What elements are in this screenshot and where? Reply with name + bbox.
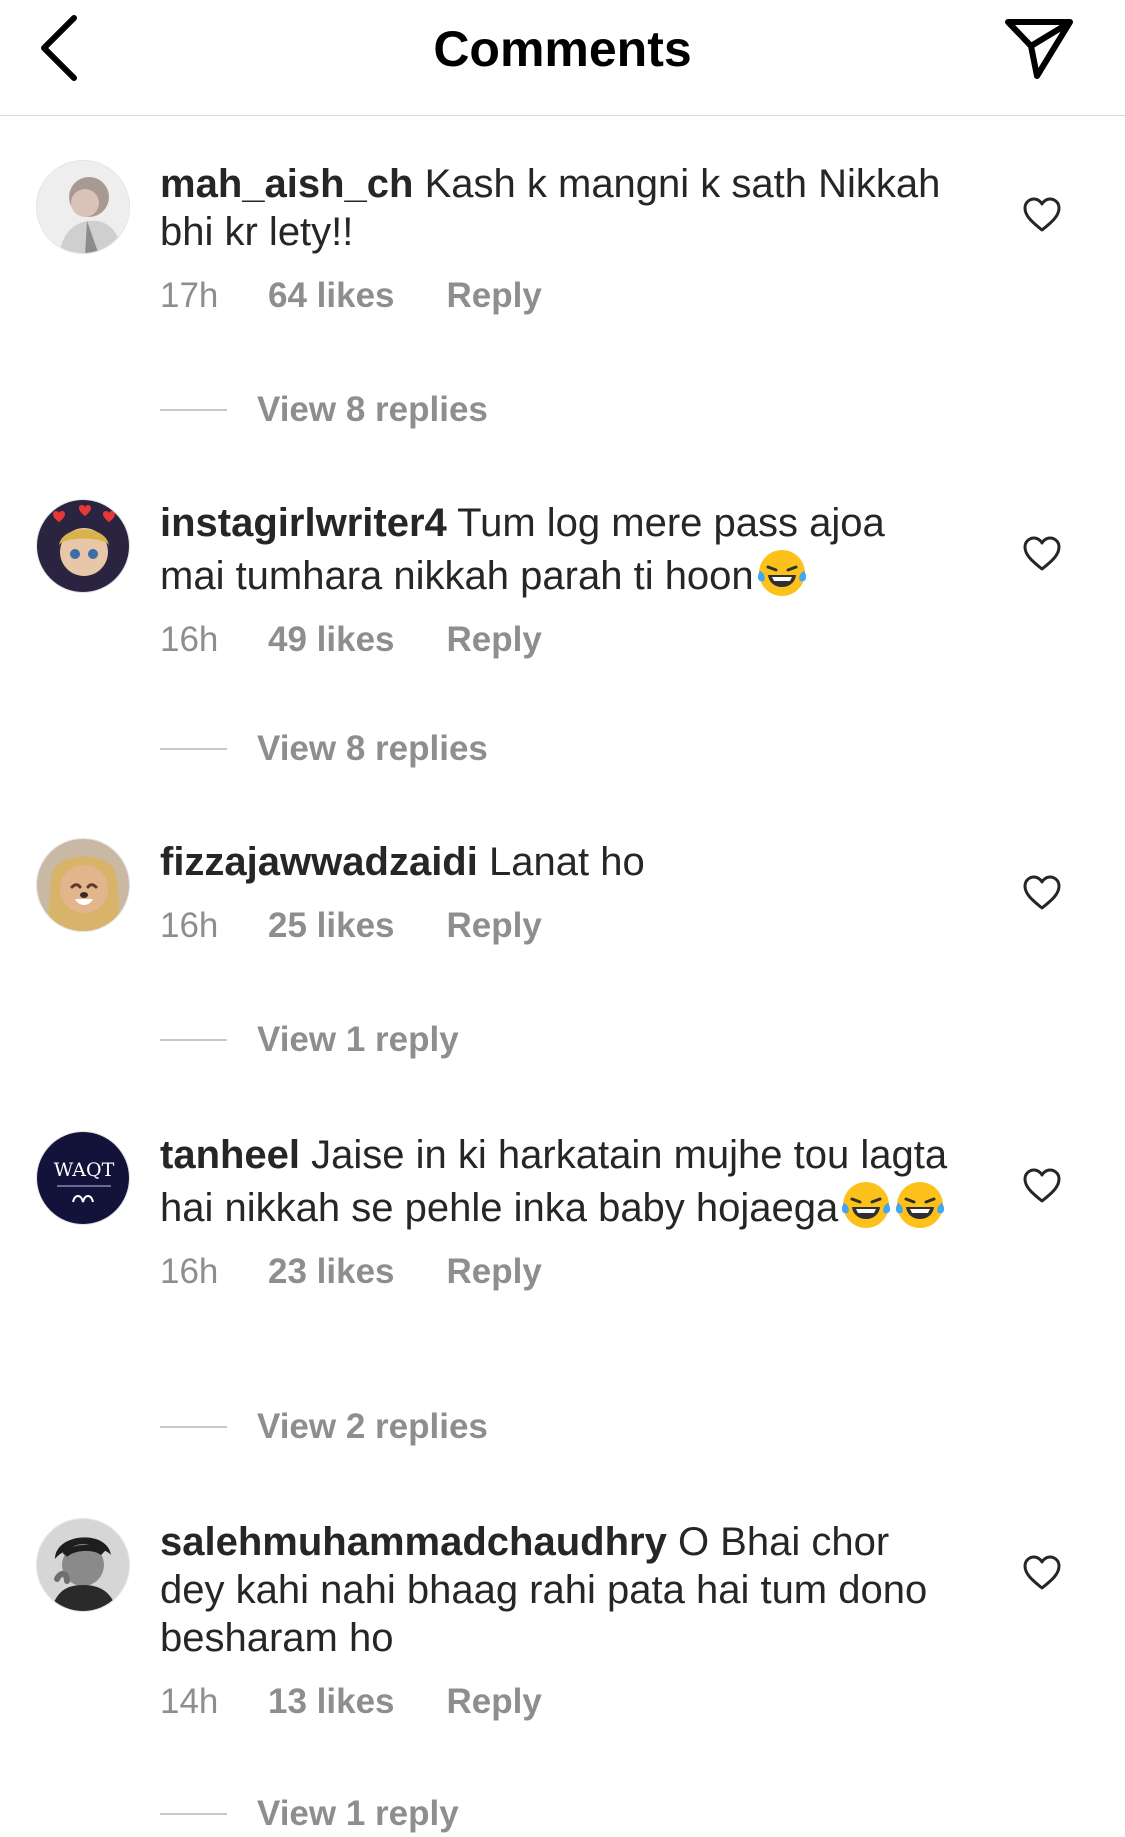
comment-username[interactable]: salehmuhammadchaudhry xyxy=(160,1520,667,1564)
paper-plane-icon xyxy=(1005,19,1073,79)
comment-time: 16h xyxy=(160,620,219,659)
reply-button[interactable]: Reply xyxy=(447,906,542,946)
heart-icon xyxy=(1023,875,1061,910)
avatar-badge-text: WAQT xyxy=(54,1159,115,1181)
heart-icon xyxy=(1023,1555,1061,1590)
view-replies-label: View 1 reply xyxy=(257,1020,459,1059)
like-button[interactable] xyxy=(1022,874,1062,912)
divider-line xyxy=(160,1813,227,1815)
comment-meta: 17h 64 likes Reply xyxy=(160,274,960,318)
heart-icon xyxy=(1023,197,1061,232)
reply-button[interactable]: Reply xyxy=(447,1682,542,1722)
view-replies-button[interactable]: View 2 replies xyxy=(160,1405,488,1449)
view-replies-button[interactable]: View 8 replies xyxy=(160,388,488,432)
comment-username[interactable]: mah_aish_ch xyxy=(160,162,413,206)
comment-likes[interactable]: 13 likes xyxy=(268,1682,395,1722)
laughing-tears-emoji-icon xyxy=(757,550,806,596)
comment-content: instagirlwriter4 Tum log mere pass ajoa … xyxy=(160,499,960,662)
comment-content: fizzajawwadzaidi Lanat ho 16h 25 likes R… xyxy=(160,838,960,948)
comment-username[interactable]: instagirlwriter4 xyxy=(160,501,447,545)
comment-time: 16h xyxy=(160,906,219,945)
like-button[interactable] xyxy=(1022,1554,1062,1592)
comment-text: salehmuhammadchaudhry O Bhai chor dey ka… xyxy=(160,1518,960,1662)
header-bar: Comments xyxy=(0,0,1125,116)
divider-line xyxy=(160,1039,227,1041)
page-title: Comments xyxy=(433,21,692,77)
view-replies-button[interactable]: View 1 reply xyxy=(160,1792,459,1836)
comment-meta: 16h 25 likes Reply xyxy=(160,904,960,948)
comment-likes[interactable]: 64 likes xyxy=(268,276,395,316)
avatar[interactable] xyxy=(36,1518,130,1612)
like-button[interactable] xyxy=(1022,1167,1062,1205)
comment-content: tanheel Jaise in ki harkatain mujhe tou … xyxy=(160,1131,960,1294)
heart-icon xyxy=(1023,536,1061,571)
comment-text: instagirlwriter4 Tum log mere pass ajoa … xyxy=(160,499,960,600)
share-button[interactable] xyxy=(1003,16,1075,82)
view-replies-label: View 1 reply xyxy=(257,1794,459,1833)
divider-line xyxy=(160,409,227,411)
like-button[interactable] xyxy=(1022,196,1062,234)
avatar[interactable] xyxy=(36,838,130,932)
laughing-tears-emoji-icon xyxy=(842,1182,891,1228)
view-replies-button[interactable]: View 8 replies xyxy=(160,727,488,771)
view-replies-label: View 8 replies xyxy=(257,390,488,429)
comment-username[interactable]: tanheel xyxy=(160,1133,300,1177)
avatar[interactable] xyxy=(36,499,130,593)
comment-text: tanheel Jaise in ki harkatain mujhe tou … xyxy=(160,1131,960,1232)
comment-text: mah_aish_ch Kash k mangni k sath Nikkah … xyxy=(160,160,960,256)
comment-likes[interactable]: 23 likes xyxy=(268,1252,395,1292)
heart-icon xyxy=(1023,1168,1061,1203)
comment-time: 14h xyxy=(160,1682,219,1721)
comment-meta: 14h 13 likes Reply xyxy=(160,1680,960,1724)
reply-button[interactable]: Reply xyxy=(447,1252,542,1292)
comment-time: 17h xyxy=(160,276,219,315)
reply-button[interactable]: Reply xyxy=(447,620,542,660)
comment-meta: 16h 23 likes Reply xyxy=(160,1250,960,1294)
avatar[interactable] xyxy=(36,160,130,254)
divider-line xyxy=(160,1426,227,1428)
comment-time: 16h xyxy=(160,1252,219,1291)
comment-meta: 16h 49 likes Reply xyxy=(160,618,960,662)
laughing-tears-emoji-icon xyxy=(896,1182,945,1228)
like-button[interactable] xyxy=(1022,535,1062,573)
view-replies-label: View 2 replies xyxy=(257,1407,488,1446)
avatar[interactable]: WAQT xyxy=(36,1131,130,1225)
comment-message: Lanat ho xyxy=(488,840,645,884)
comment-content: mah_aish_ch Kash k mangni k sath Nikkah … xyxy=(160,160,960,318)
view-replies-label: View 8 replies xyxy=(257,729,488,768)
reply-button[interactable]: Reply xyxy=(447,276,542,316)
comment-username[interactable]: fizzajawwadzaidi xyxy=(160,840,478,884)
comment-likes[interactable]: 49 likes xyxy=(268,620,395,660)
comment-content: salehmuhammadchaudhry O Bhai chor dey ka… xyxy=(160,1518,960,1724)
view-replies-button[interactable]: View 1 reply xyxy=(160,1018,459,1062)
divider-line xyxy=(160,748,227,750)
comment-likes[interactable]: 25 likes xyxy=(268,906,395,946)
comment-text: fizzajawwadzaidi Lanat ho xyxy=(160,838,960,886)
